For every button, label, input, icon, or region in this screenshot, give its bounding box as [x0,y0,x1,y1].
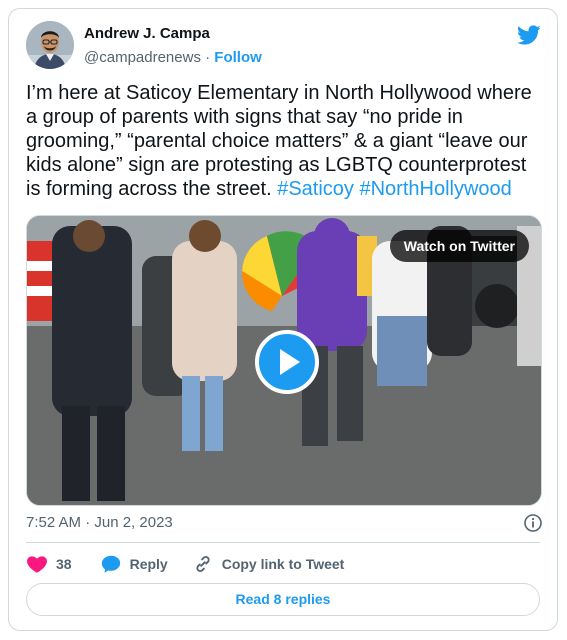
reply-bubble-icon [101,555,120,573]
tweet-actions: 38 Reply Copy link to Tweet [26,553,344,575]
author-name[interactable]: Andrew J. Campa [84,25,210,42]
link-icon [196,556,210,572]
twitter-bird-icon[interactable] [517,23,541,47]
divider [26,542,540,543]
avatar-image [26,21,74,69]
like-count: 38 [56,556,72,572]
copy-link-button[interactable]: Copy link to Tweet [192,553,345,575]
hashtag-northhollywood[interactable]: #NorthHollywood [359,178,511,200]
author-handle[interactable]: @campadrenews [84,49,201,66]
hashtag-saticoy[interactable]: #Saticoy [277,178,354,200]
watch-on-twitter-button[interactable]: Watch on Twitter [389,230,529,262]
follow-button[interactable]: Follow [214,49,262,66]
handle-separator: · [205,49,211,66]
info-icon[interactable] [523,513,543,533]
video-player[interactable]: Watch on Twitter [26,215,542,506]
read-replies-button[interactable]: Read 8 replies [26,583,540,616]
play-button[interactable] [255,330,319,394]
avatar[interactable] [26,21,74,69]
reply-label: Reply [129,556,168,572]
heart-icon [27,556,47,573]
like-button[interactable]: 38 [26,553,72,575]
tweet-timestamp[interactable]: 7:52 AM · Jun 2, 2023 [26,514,173,531]
play-icon [280,349,300,375]
tweet-card: Andrew J. Campa @campadrenews · Follow I… [8,8,558,631]
author-handle-row: @campadrenews · Follow [84,49,262,66]
reply-button[interactable]: Reply [100,553,168,575]
tweet-text: I’m here at Saticoy Elementary in North … [26,81,546,201]
copy-link-label: Copy link to Tweet [221,556,345,572]
